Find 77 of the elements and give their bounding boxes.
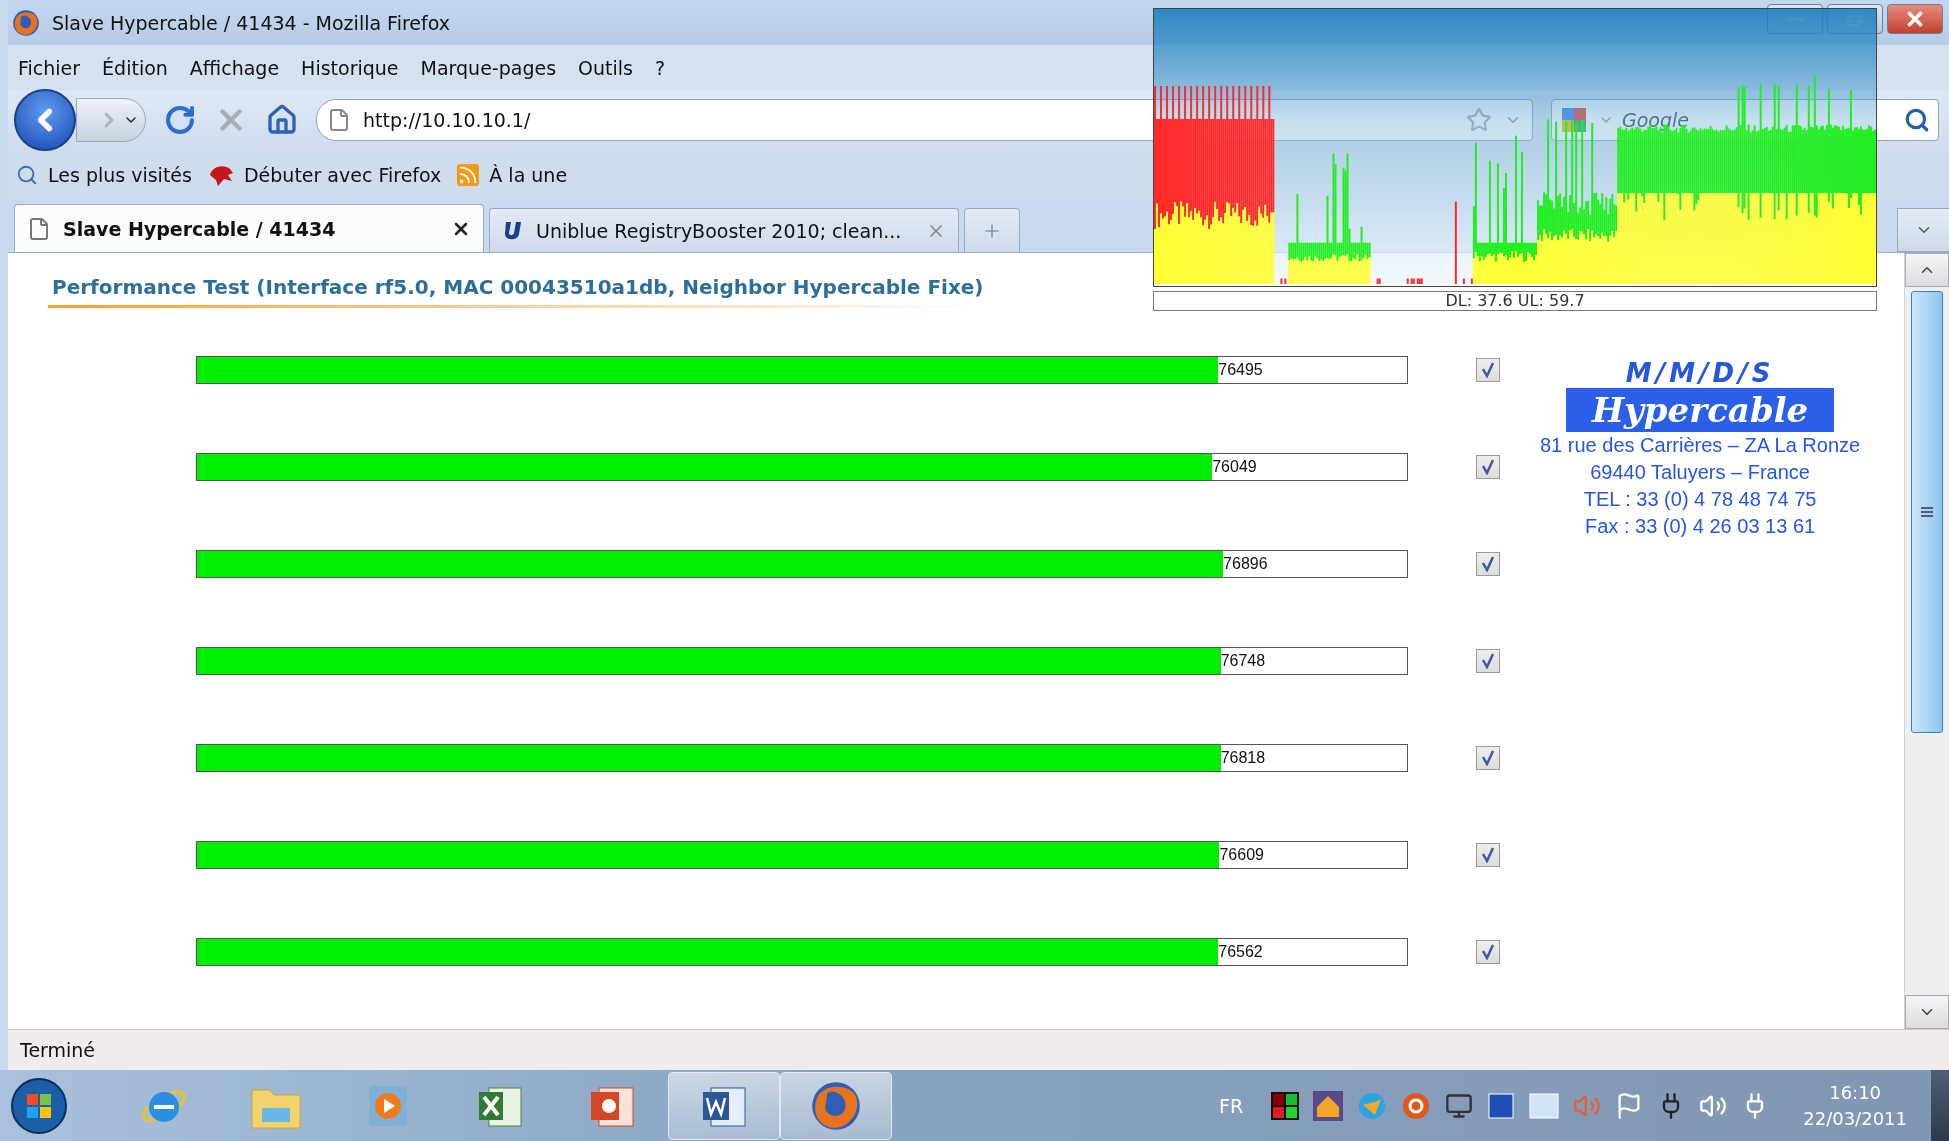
page-icon: [27, 216, 51, 241]
list-tabs-button[interactable]: [1897, 208, 1949, 252]
throughput-value: 76748: [1220, 652, 1266, 670]
checkmark-icon: [1480, 556, 1496, 572]
bookmark-link[interactable]: Débuter avec Firefox: [207, 163, 442, 187]
clock-date: 22/03/2011: [1803, 1106, 1907, 1131]
house-tray-icon[interactable]: [1313, 1090, 1344, 1121]
menu-item[interactable]: Outils: [578, 56, 633, 79]
checkbox[interactable]: [1476, 746, 1500, 770]
throughput-value: 76495: [1218, 361, 1263, 379]
checkbox[interactable]: [1476, 843, 1500, 867]
stamp-logo: Hypercable: [1565, 388, 1835, 432]
throughput-value: 76818: [1220, 749, 1266, 767]
stamp-address-line: 81 rue des Carrières – ZA La Ronze: [1540, 433, 1861, 458]
throughput-value: 76896: [1223, 555, 1268, 573]
browser-tab[interactable]: Uniblue RegistryBooster 2010; clean...: [489, 208, 959, 252]
menu-item[interactable]: Édition: [102, 56, 168, 79]
clock-time: 16:10: [1829, 1080, 1882, 1105]
throughput-value: 76049: [1212, 458, 1257, 476]
checkmark-icon: [1480, 459, 1496, 475]
browser-tab[interactable]: Slave Hypercable / 41434: [14, 204, 484, 252]
taskbar-app-button[interactable]: [668, 1071, 780, 1140]
creature-icon: [207, 163, 234, 187]
menu-item[interactable]: ?: [654, 56, 666, 79]
checkbox[interactable]: [1476, 358, 1500, 382]
checkbox[interactable]: [1476, 455, 1500, 479]
checkmark-icon: [1480, 750, 1496, 766]
checkbox[interactable]: [1476, 940, 1500, 964]
search-icon[interactable]: [1904, 107, 1930, 133]
bandwidth-reading: DL: 37.6 UL: 59.7: [1153, 291, 1877, 311]
checkmark-icon: [1480, 362, 1496, 378]
panel-tray-icon[interactable]: [1487, 1091, 1516, 1120]
u-letter-icon: [502, 219, 524, 242]
start-button[interactable]: [10, 1076, 68, 1135]
scroll-down-button[interactable]: [1905, 995, 1949, 1029]
scroll-up-button[interactable]: [1905, 253, 1949, 287]
window-title: Slave Hypercable / 41434 - Mozilla Firefox: [52, 11, 451, 34]
grip-icon: [1921, 507, 1933, 517]
stamp-brand: M/M/D/S: [1625, 358, 1775, 388]
fox-globe-icon: [810, 1079, 862, 1132]
throughput-value: 76609: [1219, 846, 1264, 864]
checkmark-icon: [1480, 653, 1496, 669]
menu-item[interactable]: Historique: [301, 56, 399, 79]
status-text: Terminé: [20, 1039, 96, 1061]
search-placeholder: Google: [1622, 109, 1690, 131]
menu-item[interactable]: Marque-pages: [420, 56, 557, 79]
stamp-address-line: 69440 Taluyers – France: [1590, 460, 1810, 485]
scroll-thumb[interactable]: [1911, 291, 1943, 733]
ring-tray-icon[interactable]: [1401, 1090, 1432, 1121]
new-tab-button[interactable]: [964, 208, 1020, 252]
reload-button[interactable]: [164, 104, 196, 136]
bookmark-link[interactable]: Les plus visités: [16, 164, 192, 186]
firefox-icon: [12, 8, 40, 37]
magnifier-icon: [16, 164, 38, 186]
stamp-address-line: Fax : 33 (0) 4 26 03 13 61: [1585, 514, 1816, 539]
checkmark-icon: [1480, 847, 1496, 863]
taskbar-app-button[interactable]: [780, 1071, 892, 1140]
throughput-value: 76562: [1218, 943, 1263, 961]
back-button[interactable]: [14, 89, 76, 151]
home-button[interactable]: [266, 104, 298, 136]
checkbox[interactable]: [1476, 552, 1500, 576]
close-button[interactable]: [1887, 4, 1943, 34]
menu-item[interactable]: Fichier: [18, 56, 81, 79]
page-heading: Performance Test (Interface rf5.0, MAC 00043510a1db, Neighbor Hypercable Fixe): [48, 275, 986, 308]
window-tray-icon[interactable]: [1529, 1091, 1560, 1120]
url-text: http://10.10.10.1/: [363, 109, 532, 131]
grid-squares-icon[interactable]: [1271, 1091, 1300, 1120]
home-icon: [266, 104, 298, 136]
stamp-address-line: TEL : 33 (0) 4 78 48 74 75: [1583, 487, 1817, 512]
bookmark-link[interactable]: À la une: [457, 164, 568, 186]
checkbox[interactable]: [1476, 649, 1500, 673]
checkmark-icon: [1480, 944, 1496, 960]
display-tray-icon[interactable]: [1445, 1091, 1474, 1120]
reload-icon: [164, 104, 196, 136]
menu-item[interactable]: Affichage: [189, 56, 280, 79]
page-icon: [327, 108, 351, 132]
feed-icon: [457, 164, 480, 186]
